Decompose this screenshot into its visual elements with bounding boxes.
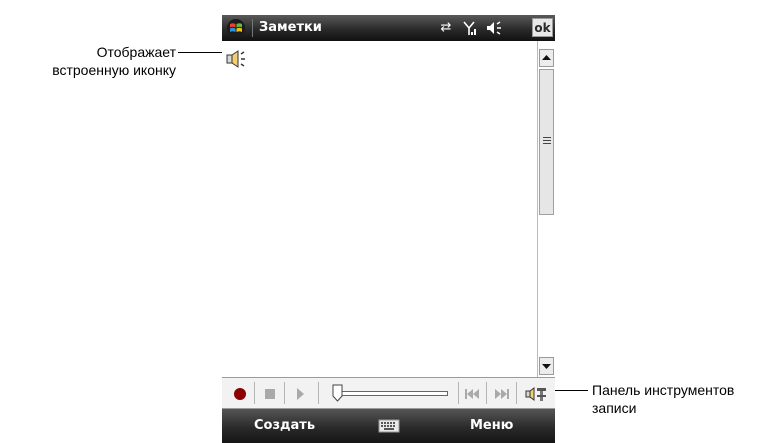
vertical-scrollbar[interactable] bbox=[537, 41, 555, 377]
ok-button[interactable]: ok bbox=[532, 18, 553, 37]
toolbar-divider bbox=[516, 382, 517, 404]
note-content-area[interactable] bbox=[222, 41, 537, 377]
embedded-icon-callout: Отображает встроенную иконку bbox=[0, 43, 176, 79]
callout-line-2: записи bbox=[592, 400, 637, 416]
scroll-thumb[interactable] bbox=[539, 69, 554, 215]
callout-leader-line bbox=[554, 390, 588, 391]
title-bar: Заметки ⇄ ok bbox=[222, 15, 555, 41]
keyboard-icon[interactable] bbox=[378, 418, 400, 434]
recording-toolbar bbox=[222, 377, 555, 409]
toolbar-divider bbox=[458, 382, 459, 404]
playback-slider-track[interactable] bbox=[335, 391, 448, 396]
volume-icon[interactable] bbox=[484, 19, 504, 37]
skip-forward-icon[interactable] bbox=[492, 383, 512, 403]
callout-line-1: Панель инструментов bbox=[592, 382, 735, 398]
signal-icon[interactable] bbox=[460, 19, 480, 37]
grip-line bbox=[543, 143, 551, 144]
grip-line bbox=[543, 140, 551, 141]
title-separator bbox=[252, 19, 253, 37]
grip-line bbox=[543, 137, 551, 138]
embedded-recording-icon[interactable] bbox=[224, 49, 248, 69]
menu-softkey[interactable]: Меню bbox=[470, 418, 513, 433]
scroll-down-button[interactable] bbox=[539, 357, 554, 375]
start-icon[interactable] bbox=[226, 18, 246, 38]
stop-icon[interactable] bbox=[260, 383, 280, 403]
toolbar-divider bbox=[284, 382, 285, 404]
toolbar-divider bbox=[254, 382, 255, 404]
playback-slider-thumb[interactable] bbox=[332, 384, 343, 402]
callout-line-2: встроенную иконку bbox=[52, 62, 176, 78]
callout-leader-line bbox=[178, 52, 223, 53]
scroll-up-button[interactable] bbox=[539, 49, 554, 67]
arrow-up-icon bbox=[542, 55, 551, 60]
callout-line-1: Отображает bbox=[96, 44, 176, 60]
recording-toolbar-toggle-icon[interactable] bbox=[525, 383, 549, 403]
connectivity-icon[interactable]: ⇄ bbox=[436, 19, 456, 37]
skip-back-icon[interactable] bbox=[462, 383, 482, 403]
play-icon[interactable] bbox=[290, 383, 310, 403]
toolbar-divider bbox=[486, 382, 487, 404]
pda-screen: Заметки ⇄ ok Создать Меню bbox=[222, 15, 555, 443]
record-icon[interactable] bbox=[230, 383, 250, 403]
toolbar-divider bbox=[318, 382, 319, 404]
arrow-down-icon bbox=[542, 364, 551, 369]
window-title: Заметки bbox=[259, 20, 322, 35]
toolbar-callout: Панель инструментов записи bbox=[592, 381, 783, 417]
new-softkey[interactable]: Создать bbox=[254, 418, 315, 433]
softkey-bar: Создать Меню bbox=[222, 409, 555, 443]
